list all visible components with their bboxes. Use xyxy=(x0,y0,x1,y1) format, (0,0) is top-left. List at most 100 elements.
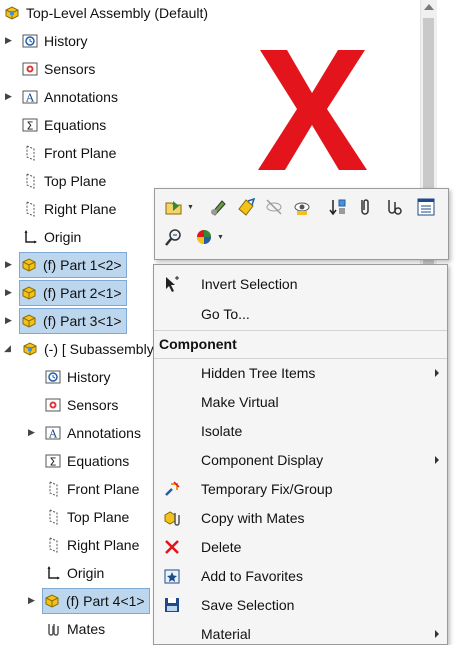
tree-item-history[interactable]: History xyxy=(21,28,88,54)
menu-item-copy-with-mates[interactable]: Copy with Mates xyxy=(154,504,447,532)
copy-with-mates-icon xyxy=(162,508,182,528)
expand-arrow-icon[interactable]: ▶ xyxy=(5,259,13,269)
collapse-arrow-icon[interactable]: ◢ xyxy=(4,343,12,353)
tree-item-label: History xyxy=(44,33,88,49)
menu-item-label: Add to Favorites xyxy=(201,568,303,584)
plane-icon xyxy=(44,480,62,498)
sensors-icon xyxy=(21,60,39,78)
menu-item-make-virtual[interactable]: Make Virtual xyxy=(154,388,447,416)
tree-item-origin[interactable]: Origin xyxy=(21,224,81,250)
assembly-icon xyxy=(3,4,21,22)
svg-text:A: A xyxy=(48,428,58,441)
tree-item-sub-right-plane[interactable]: Right Plane xyxy=(44,532,139,558)
tree-item-part-2[interactable]: (f) Part 2<1> xyxy=(19,280,127,306)
tree-item-equations[interactable]: Σ Equations xyxy=(21,112,106,138)
tree-item-part-1[interactable]: (f) Part 1<2> xyxy=(19,252,127,278)
tree-item-label: Equations xyxy=(44,117,107,133)
expand-arrow-icon[interactable]: ▶ xyxy=(28,427,36,437)
menu-item-invert-selection[interactable]: Invert Selection xyxy=(154,270,447,298)
menu-item-material[interactable]: Material xyxy=(154,620,447,644)
origin-icon xyxy=(44,564,62,582)
submenu-arrow-icon xyxy=(435,369,439,377)
expand-arrow-icon[interactable]: ▶ xyxy=(5,315,13,325)
part-icon xyxy=(20,284,38,302)
expand-arrow-icon[interactable]: ▶ xyxy=(5,287,13,297)
tree-item-sensors[interactable]: Sensors xyxy=(21,56,95,82)
menu-item-add-to-favorites[interactable]: Add to Favorites xyxy=(154,562,447,590)
menu-item-label: Go To... xyxy=(201,306,250,322)
tree-item-label: (-) [ Subassembly xyxy=(44,341,154,357)
edit-sketch-icon[interactable] xyxy=(235,196,257,218)
tree-item-sub-equations[interactable]: Σ Equations xyxy=(44,448,129,474)
context-menu: Invert Selection Go To... Component Hidd… xyxy=(153,264,448,645)
view-mates-icon[interactable] xyxy=(383,196,405,218)
svg-text:A: A xyxy=(25,92,35,105)
tree-item-top-plane[interactable]: Top Plane xyxy=(21,168,106,194)
menu-item-label: Component Display xyxy=(201,452,324,468)
tree-item-sub-origin[interactable]: Origin xyxy=(44,560,104,586)
equations-icon: Σ xyxy=(44,452,62,470)
menu-item-go-to[interactable]: Go To... xyxy=(154,300,447,328)
menu-item-delete[interactable]: Delete xyxy=(154,533,447,561)
origin-icon xyxy=(21,228,39,246)
properties-icon[interactable] xyxy=(415,196,437,218)
menu-item-hidden-tree-items[interactable]: Hidden Tree Items xyxy=(154,359,447,387)
tree-item-right-plane[interactable]: Right Plane xyxy=(21,196,116,222)
menu-item-label: Make Virtual xyxy=(201,394,279,410)
tree-root-label: Top-Level Assembly (Default) xyxy=(26,5,209,21)
expand-arrow-icon[interactable]: ▶ xyxy=(5,35,13,45)
dropdown-arrow-icon[interactable]: ▼ xyxy=(187,204,194,211)
tree-item-label: Right Plane xyxy=(44,201,117,217)
tree-item-annotations[interactable]: A Annotations xyxy=(21,84,118,110)
part-icon xyxy=(20,312,38,330)
scroll-up-arrow-icon[interactable] xyxy=(424,4,434,10)
favorites-star-icon xyxy=(162,566,182,586)
tree-item-sub-sensors[interactable]: Sensors xyxy=(44,392,118,418)
menu-item-save-selection[interactable]: Save Selection xyxy=(154,591,447,619)
part-icon xyxy=(20,256,38,274)
menu-section-label: Component xyxy=(159,336,237,352)
tree-item-label: Annotations xyxy=(67,425,141,441)
menu-section-header-component: Component xyxy=(154,330,447,358)
tree-item-sub-front-plane[interactable]: Front Plane xyxy=(44,476,139,502)
tree-item-sub-annotations[interactable]: A Annotations xyxy=(44,420,141,446)
svg-text:Σ: Σ xyxy=(50,456,57,469)
tree-item-label: Annotations xyxy=(44,89,118,105)
menu-item-temporary-fix[interactable]: Temporary Fix/Group xyxy=(154,475,447,503)
menu-item-label: Material xyxy=(201,626,251,642)
sensors-icon xyxy=(44,396,62,414)
temporary-fix-icon xyxy=(162,479,182,499)
edit-part-icon[interactable] xyxy=(207,196,229,218)
annotations-icon: A xyxy=(44,424,62,442)
appearance-icon[interactable] xyxy=(193,226,215,248)
tree-item-mates[interactable]: Mates xyxy=(44,616,105,642)
plane-icon xyxy=(21,172,39,190)
mate-paperclip-icon[interactable] xyxy=(355,196,377,218)
tree-item-sub-top-plane[interactable]: Top Plane xyxy=(44,504,129,530)
expand-arrow-icon[interactable]: ▶ xyxy=(28,595,36,605)
menu-item-isolate[interactable]: Isolate xyxy=(154,417,447,445)
tree-item-subassembly[interactable]: (-) [ Subassembly xyxy=(21,336,154,362)
open-part-icon[interactable] xyxy=(163,196,185,218)
rebuild-order-icon[interactable] xyxy=(327,196,349,218)
hide-components-icon[interactable] xyxy=(263,196,285,218)
tree-item-front-plane[interactable]: Front Plane xyxy=(21,140,116,166)
tree-item-part-3[interactable]: (f) Part 3<1> xyxy=(19,308,127,334)
mates-icon xyxy=(44,620,62,638)
expand-arrow-icon[interactable]: ▶ xyxy=(5,91,13,101)
assembly-icon xyxy=(21,340,39,358)
tree-item-label: Sensors xyxy=(44,61,96,77)
tree-item-sub-history[interactable]: History xyxy=(44,364,111,390)
history-icon xyxy=(44,368,62,386)
plane-icon xyxy=(21,144,39,162)
zoom-to-selection-icon[interactable] xyxy=(163,226,185,248)
change-transparency-icon[interactable] xyxy=(291,196,313,218)
tree-item-label: Front Plane xyxy=(44,145,117,161)
tree-item-part-4[interactable]: (f) Part 4<1> xyxy=(42,588,150,614)
plane-icon xyxy=(44,536,62,554)
invert-selection-icon xyxy=(162,274,182,294)
dropdown-arrow-icon[interactable]: ▼ xyxy=(217,234,224,241)
menu-item-component-display[interactable]: Component Display xyxy=(154,446,447,474)
tree-root-assembly[interactable]: Top-Level Assembly (Default) xyxy=(3,0,208,26)
part-icon xyxy=(43,592,61,610)
